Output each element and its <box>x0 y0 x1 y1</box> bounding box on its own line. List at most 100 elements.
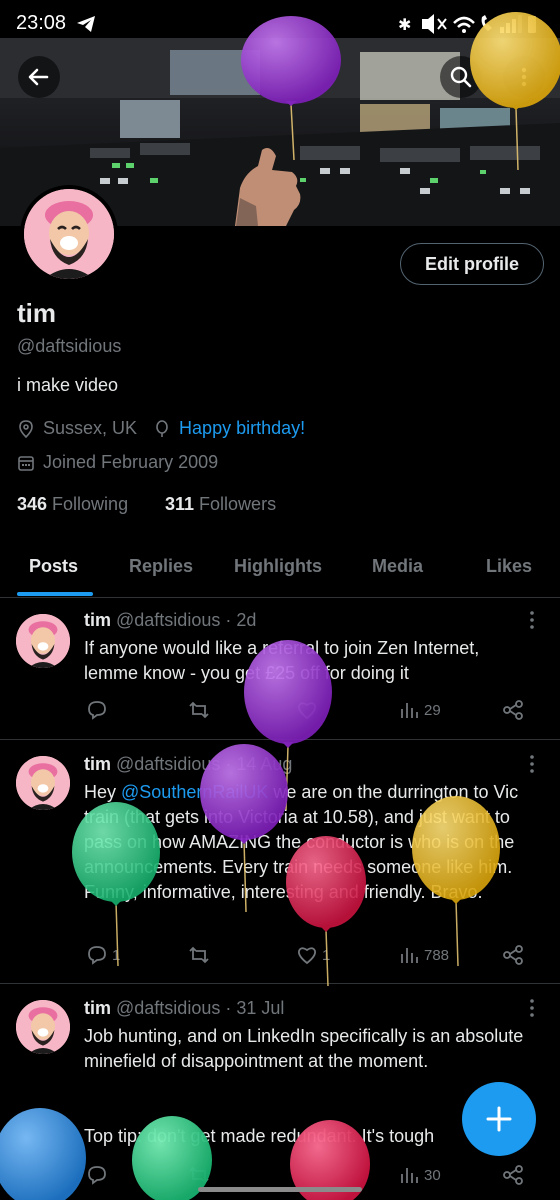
followers-link[interactable]: 311 Followers <box>165 494 276 515</box>
share-button[interactable] <box>502 944 528 966</box>
following-link[interactable]: 346 Following <box>17 494 128 515</box>
more-options-button[interactable] <box>503 56 545 98</box>
search-button[interactable] <box>440 56 482 98</box>
post-author-name[interactable]: tim <box>84 998 111 1018</box>
mention-link[interactable]: @SouthernRailUK <box>121 782 268 802</box>
avatar-image <box>24 189 114 279</box>
repost-button[interactable] <box>188 944 214 966</box>
heart-icon <box>298 947 316 965</box>
views-icon <box>401 948 418 963</box>
profile-handle: @daftsidious <box>17 336 122 356</box>
views-button[interactable]: 30 <box>398 1164 441 1186</box>
back-button[interactable] <box>18 56 60 98</box>
reply-icon <box>88 701 106 720</box>
tab-likes[interactable]: Likes <box>486 556 532 577</box>
post-more-icon[interactable] <box>526 998 538 1018</box>
tab-replies[interactable]: Replies <box>129 556 193 577</box>
repost-icon <box>189 701 209 719</box>
compose-post-button[interactable] <box>462 1082 536 1156</box>
avatar-image <box>16 614 70 668</box>
share-button[interactable] <box>502 1164 528 1186</box>
telegram-icon <box>77 16 95 32</box>
post-avatar[interactable] <box>16 756 70 810</box>
more-vertical-icon <box>521 67 527 87</box>
post-author-name[interactable]: tim <box>84 754 111 774</box>
tab-posts[interactable]: Posts <box>29 556 78 577</box>
followers-count: 311 <box>165 494 195 514</box>
post-author-name[interactable]: tim <box>84 610 111 630</box>
post-header: tim @daftsidious · 2d <box>84 610 256 631</box>
following-label: Following <box>52 494 129 514</box>
followers-label: Followers <box>199 494 277 514</box>
share-icon <box>503 700 523 720</box>
repost-icon <box>189 946 209 964</box>
post-more-icon[interactable] <box>526 754 538 774</box>
repost-icon <box>189 1166 209 1184</box>
share-button[interactable] <box>502 699 528 721</box>
profile-bio: i make video <box>17 375 119 395</box>
post-text: Hey @SouthernRailUK we are on the durrin… <box>84 780 534 905</box>
svg-text:✱: ✱ <box>398 15 411 34</box>
post-header: tim @daftsidious · 31 Jul <box>84 998 284 1019</box>
reply-icon <box>88 946 106 965</box>
post-header: tim @daftsidious · 14 Aug <box>84 754 292 775</box>
views-button[interactable]: 29 <box>398 699 441 721</box>
views-count: 30 <box>424 1166 441 1184</box>
views-count: 29 <box>424 701 441 719</box>
profile-tabs: Posts Replies Highlights Media Likes <box>0 540 560 598</box>
tab-indicator <box>17 592 93 596</box>
post-text: Job hunting, and on LinkedIn specificall… <box>84 1026 524 1071</box>
share-icon <box>503 945 523 965</box>
views-icon <box>401 703 418 718</box>
balloon-icon <box>156 419 168 437</box>
profile-avatar[interactable] <box>20 185 118 283</box>
post-meta: @daftsidious · 2d <box>116 610 257 630</box>
following-count: 346 <box>17 494 48 514</box>
repost-button[interactable] <box>188 699 214 721</box>
views-button[interactable]: 788 <box>398 944 449 966</box>
profile-joined-row: Joined February 2009 <box>17 452 218 473</box>
profile-meta-row: Sussex, UK Happy birthday! <box>17 418 305 439</box>
post-meta: @daftsidious · 31 Jul <box>116 998 285 1018</box>
like-button[interactable] <box>296 699 322 721</box>
post-meta: @daftsidious · 14 Aug <box>116 754 293 774</box>
status-bar: 23:08 ✱ <box>0 0 560 46</box>
plus-icon <box>486 1106 512 1132</box>
post-more-icon[interactable] <box>526 610 538 630</box>
post-text: If anyone would like a referral to join … <box>84 638 480 683</box>
post-avatar[interactable] <box>16 614 70 668</box>
reply-button[interactable] <box>86 699 112 721</box>
post-actions: 29 <box>84 699 534 729</box>
post-text-part: Hey <box>84 782 122 802</box>
share-icon <box>503 1165 523 1185</box>
tab-highlights[interactable]: Highlights <box>234 556 322 577</box>
home-indicator[interactable] <box>198 1187 362 1192</box>
system-status-icons: ✱ <box>398 14 536 34</box>
profile-location: Sussex, UK <box>43 418 138 438</box>
reply-button[interactable] <box>86 1164 112 1186</box>
post-actions: 1 1 788 <box>84 944 534 974</box>
repost-button[interactable] <box>188 1164 214 1186</box>
post-item[interactable]: tim @daftsidious · 14 Aug Hey @SouthernR… <box>0 740 560 984</box>
avatar-image <box>16 1000 70 1054</box>
reply-count: 1 <box>112 946 121 964</box>
views-count: 788 <box>424 946 450 964</box>
reply-icon <box>88 1166 106 1185</box>
location-pin-icon <box>19 419 33 438</box>
views-icon <box>401 1168 418 1183</box>
avatar-image <box>16 756 70 810</box>
like-button[interactable]: 1 <box>296 944 330 966</box>
arrow-left-icon <box>28 68 49 86</box>
profile-name: tim <box>17 298 56 328</box>
reply-button[interactable]: 1 <box>86 944 120 966</box>
heart-icon <box>298 702 316 720</box>
post-item[interactable]: tim @daftsidious · 2d If anyone would li… <box>0 598 560 740</box>
post-avatar[interactable] <box>16 1000 70 1054</box>
tab-media[interactable]: Media <box>372 556 423 577</box>
calendar-icon <box>18 455 34 471</box>
like-count: 1 <box>322 946 331 964</box>
edit-profile-button[interactable]: Edit profile <box>400 243 544 285</box>
profile-joined: Joined February 2009 <box>43 452 219 472</box>
status-time: 23:08 <box>16 12 67 34</box>
birthday-link[interactable]: Happy birthday! <box>179 418 305 439</box>
